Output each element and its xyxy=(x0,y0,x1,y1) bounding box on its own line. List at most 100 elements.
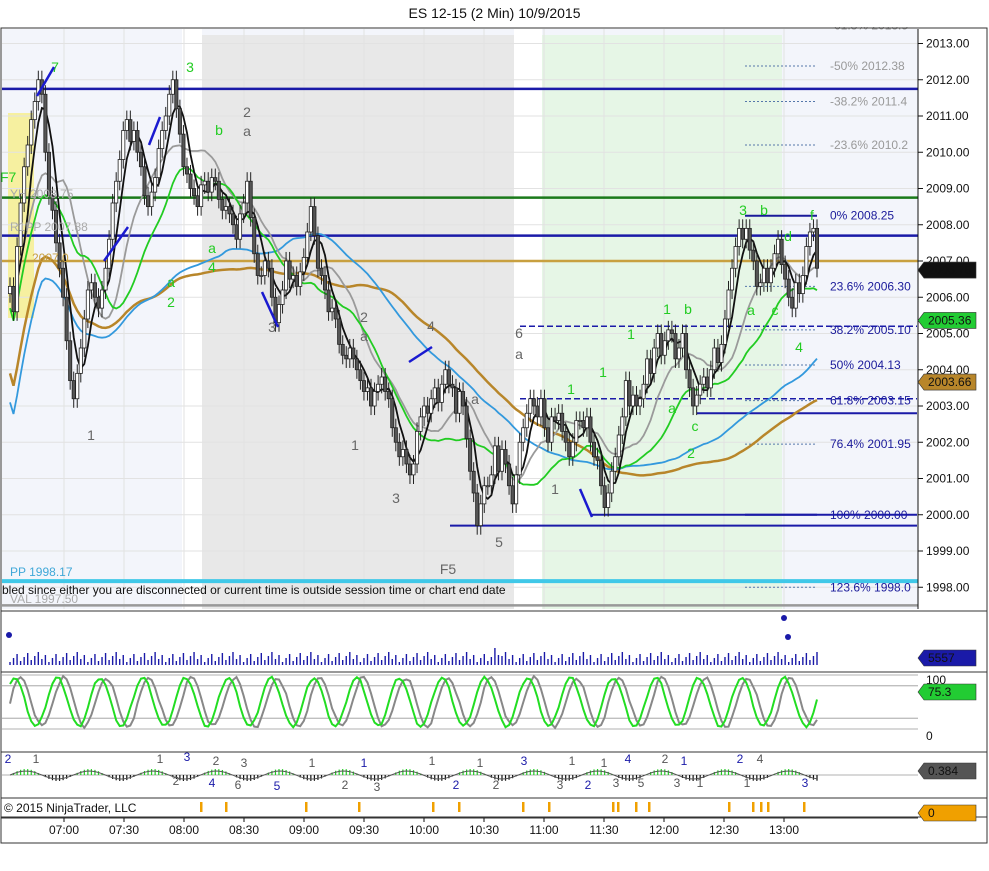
candle xyxy=(82,318,87,349)
wave-label: b xyxy=(760,202,768,218)
candle xyxy=(312,206,317,237)
candle xyxy=(160,130,165,150)
y-tick-label: 2010.00 xyxy=(926,145,970,159)
x-tick-label: 11:00 xyxy=(529,823,558,837)
x-tick-label: 13:00 xyxy=(769,823,799,837)
candle xyxy=(730,267,735,291)
macd-wave-label: 3 xyxy=(802,776,809,790)
stoch-tag-text: 75.3 xyxy=(928,685,952,699)
chart-title: ES 12-15 (2 Min) 10/9/2015 xyxy=(408,5,581,21)
candle xyxy=(712,347,717,371)
candle xyxy=(407,463,412,476)
candle xyxy=(71,380,76,400)
session-marker xyxy=(767,802,770,812)
candle xyxy=(496,445,501,472)
candle xyxy=(68,340,73,382)
candle xyxy=(192,188,197,197)
candle xyxy=(75,372,80,400)
candle xyxy=(698,383,703,396)
candle xyxy=(294,275,299,287)
candle xyxy=(538,398,543,418)
level-label-pp: PP 1998.17 xyxy=(10,565,73,579)
candle xyxy=(259,275,264,277)
candle xyxy=(776,238,781,255)
candle xyxy=(627,380,632,407)
bottom-tag-text: 0 xyxy=(928,806,935,820)
candle xyxy=(124,119,129,131)
last-price-tag-text: 2006.75 xyxy=(928,263,972,277)
wave-label: a xyxy=(747,302,755,318)
candle xyxy=(726,289,731,320)
macd-wave-label: 3 xyxy=(613,776,620,790)
volume-spike-marker xyxy=(785,634,791,640)
wave-label: 1 xyxy=(663,301,671,317)
candle xyxy=(613,456,618,472)
macd-wave-label: 2 xyxy=(5,752,12,766)
candle xyxy=(485,485,490,488)
candle xyxy=(648,358,653,374)
candle xyxy=(694,394,699,407)
x-tick-label: 08:00 xyxy=(169,823,199,837)
macd-wave-label: 3 xyxy=(557,778,564,792)
candle xyxy=(209,177,214,193)
wave-label: d xyxy=(784,228,792,244)
candle xyxy=(779,238,784,266)
candle xyxy=(305,231,310,258)
candle xyxy=(121,130,126,160)
candle xyxy=(811,227,816,233)
y-tick-label: 2009.00 xyxy=(926,182,970,196)
candle xyxy=(542,398,547,429)
session-marker xyxy=(200,802,203,812)
candle xyxy=(652,347,657,374)
candle xyxy=(252,217,257,255)
candle xyxy=(768,267,773,284)
candle xyxy=(634,394,639,407)
candle xyxy=(43,93,48,153)
candle xyxy=(167,93,172,117)
wave-label: 1 xyxy=(627,326,635,342)
wave-label: 4 xyxy=(208,259,216,275)
candle xyxy=(655,333,660,349)
macd-wave-label: 1 xyxy=(744,776,751,790)
candle xyxy=(206,180,211,193)
wave-label: a xyxy=(243,123,251,139)
macd-wave-label: 1 xyxy=(309,756,316,770)
candle xyxy=(546,427,551,443)
candle xyxy=(220,198,225,211)
candle xyxy=(797,282,802,295)
candle xyxy=(216,180,221,200)
macd-wave-label: 3 xyxy=(374,780,381,794)
wave-label: 6 xyxy=(515,325,523,341)
candle xyxy=(662,340,667,356)
level-label-r1pp: R1PP 2007.88 xyxy=(10,220,88,234)
session-marker xyxy=(432,802,435,812)
y-tick-label: 2012.00 xyxy=(926,73,970,87)
candle xyxy=(719,343,724,363)
candle xyxy=(397,441,402,458)
candle xyxy=(758,282,763,287)
wave-label: a xyxy=(668,400,676,416)
osc-scale-label: 0 xyxy=(926,729,933,743)
candle xyxy=(489,474,494,487)
macd-wave-label: 3 xyxy=(674,776,681,790)
x-tick-label: 11:30 xyxy=(589,823,618,837)
candle xyxy=(369,387,374,407)
macd-wave-label: 1 xyxy=(601,756,608,770)
wave-label: 2 xyxy=(687,445,695,461)
candle xyxy=(453,387,458,414)
y-tick-label: 2008.00 xyxy=(926,218,970,232)
candle xyxy=(461,391,466,407)
candle xyxy=(266,260,271,269)
candle xyxy=(29,119,34,146)
candle xyxy=(740,227,745,240)
candle xyxy=(560,412,565,432)
candle xyxy=(213,177,218,182)
candle xyxy=(354,358,359,371)
price-chart[interactable]: -61.8% 2013.5-50% 2012.38-38.2% 2011.4-2… xyxy=(0,27,989,871)
fib-label: 61.8% 2003.15 xyxy=(830,394,911,408)
candle xyxy=(563,430,568,443)
candle xyxy=(737,227,742,247)
candle xyxy=(684,333,689,371)
candle xyxy=(492,445,497,476)
candle xyxy=(135,130,140,153)
